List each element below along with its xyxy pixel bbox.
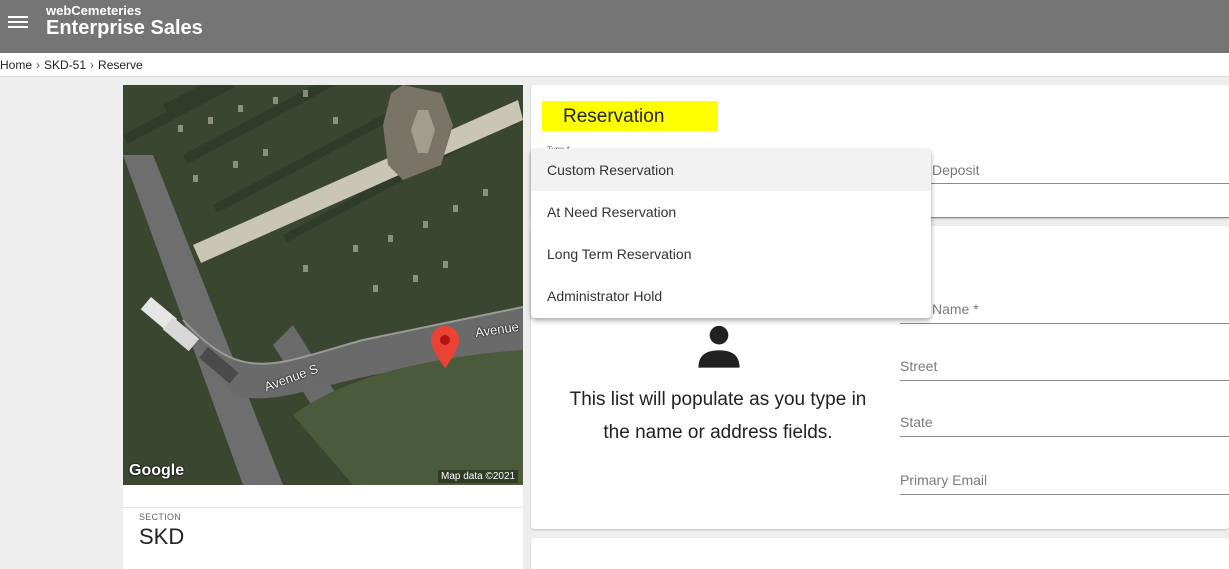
option-long-term-reservation[interactable]: Long Term Reservation (531, 233, 931, 275)
state-label: State (900, 414, 933, 430)
additional-card (531, 538, 1229, 569)
field-underline[interactable] (900, 217, 1229, 218)
deposit-field[interactable]: Deposit (900, 160, 1229, 184)
state-field[interactable]: State (900, 411, 1229, 437)
deposit-label: Deposit (932, 162, 980, 178)
empty-list-hint: This list will populate as you type in t… (569, 389, 867, 443)
person-icon (698, 325, 740, 368)
email-label: Primary Email (900, 472, 988, 488)
breadcrumb-home[interactable]: Home (0, 58, 32, 72)
name-label: Name * (932, 301, 979, 317)
reservation-title: Reservation (542, 101, 718, 131)
reservation-type-dropdown[interactable]: Custom Reservation At Need Reservation L… (531, 149, 931, 318)
street-field[interactable]: Street (900, 355, 1229, 381)
option-administrator-hold[interactable]: Administrator Hold (531, 275, 931, 317)
menu-icon[interactable] (8, 13, 28, 31)
app-title: Enterprise Sales (46, 17, 203, 39)
breadcrumb-lot[interactable]: SKD-51 (44, 58, 86, 72)
section-value: SKD (139, 524, 185, 549)
street-label: Street (900, 358, 938, 374)
app-subtitle: webCemeteries (46, 3, 142, 18)
breadcrumb-current: Reserve (98, 58, 143, 72)
breadcrumb: Home › SKD-51 › Reserve (0, 53, 1229, 77)
name-field[interactable]: Name * (900, 298, 1229, 324)
divider (123, 507, 523, 508)
location-pin-icon[interactable] (431, 326, 459, 368)
satellite-map[interactable]: Avenue S Avenue (123, 85, 523, 485)
option-at-need-reservation[interactable]: At Need Reservation (531, 191, 931, 233)
map-credit[interactable]: Map data ©2021 (438, 470, 519, 483)
section-label: SECTION (139, 512, 182, 522)
app-bar: webCemeteries Enterprise Sales (0, 0, 1229, 53)
google-logo: Google (129, 462, 185, 479)
email-field[interactable]: Primary Email (900, 469, 1229, 495)
option-custom-reservation[interactable]: Custom Reservation (531, 149, 931, 191)
